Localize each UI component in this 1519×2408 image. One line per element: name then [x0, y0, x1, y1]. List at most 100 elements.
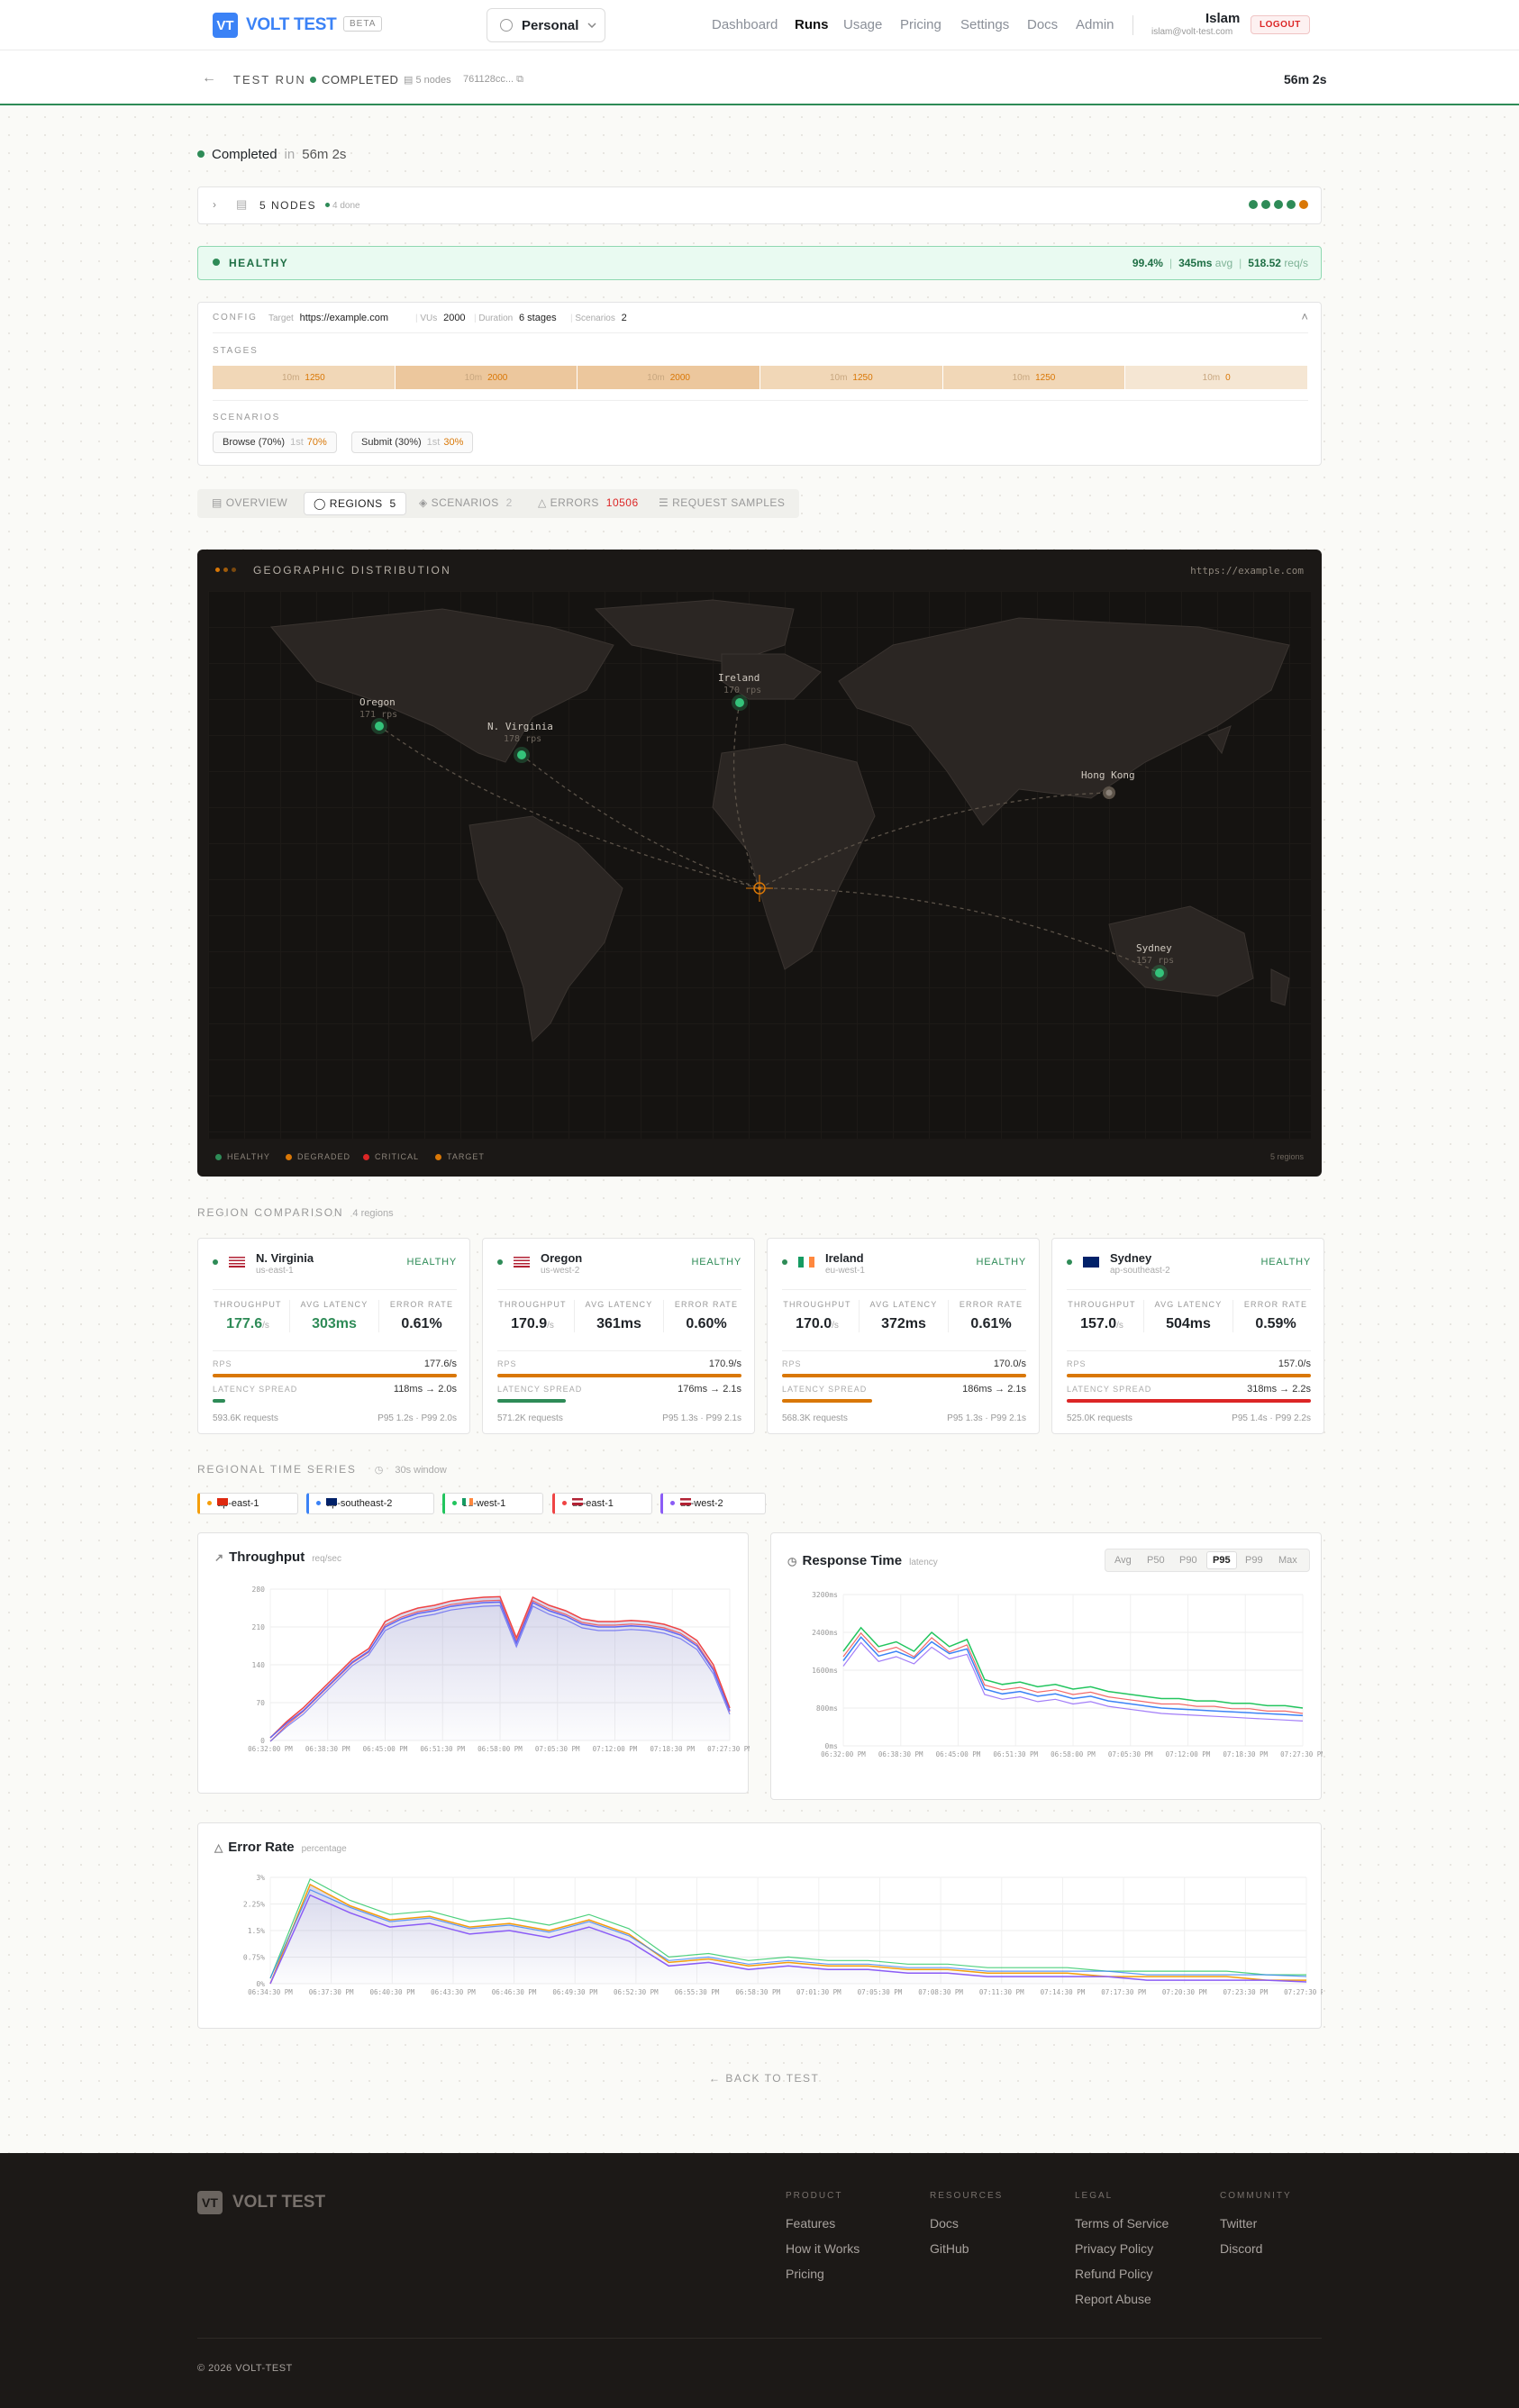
option-max[interactable]: Max: [1278, 1555, 1297, 1566]
config-summary[interactable]: CONFIG Target https://example.com | VUs …: [213, 303, 1308, 333]
scenario-chip[interactable]: Browse (70%) 1st 70%: [213, 432, 337, 453]
series-chip[interactable]: us-east-1: [552, 1493, 652, 1514]
nav-runs[interactable]: Runs: [795, 17, 829, 32]
stage-vus: 2000: [487, 372, 508, 383]
flag-icon: [462, 1498, 473, 1505]
footer-logo-text[interactable]: VOLT TEST: [232, 2193, 325, 2213]
stage-segment: 10m 2000: [578, 366, 760, 389]
option-p99[interactable]: P99: [1245, 1555, 1263, 1566]
nav-docs[interactable]: Docs: [1027, 17, 1058, 32]
x-tick-label: 07:05:30 PM: [1108, 1750, 1153, 1758]
option-avg[interactable]: Avg: [1114, 1555, 1132, 1566]
region-card[interactable]: Ireland eu-west-1 HEALTHY THROUGHPUT 170.0/s…: [767, 1238, 1040, 1434]
continent-asia: [838, 617, 1290, 826]
map-title: GEOGRAPHIC DISTRIBUTION: [253, 564, 451, 577]
footer-link[interactable]: Docs: [930, 2216, 959, 2231]
pin-rps: 178 rps: [504, 734, 541, 744]
pin-label: Hong Kong: [1081, 769, 1135, 781]
footer-link[interactable]: Refund Policy: [1075, 2267, 1152, 2281]
footer-link[interactable]: How it Works: [786, 2241, 860, 2256]
run-header: ← TEST RUN COMPLETED ▤ 5 nodes 761128cc.…: [0, 50, 1519, 105]
divider: [782, 1350, 1026, 1351]
user-icon: [500, 19, 513, 32]
option-p90[interactable]: P90: [1179, 1555, 1197, 1566]
footer-link[interactable]: Privacy Policy: [1075, 2241, 1153, 2256]
flag-icon: [229, 1257, 245, 1268]
region-card[interactable]: Sydney ap-southeast-2 HEALTHY THROUGHPUT 157…: [1051, 1238, 1324, 1434]
footer-link[interactable]: Discord: [1220, 2241, 1262, 2256]
stage-vus: 2000: [669, 372, 690, 383]
region-name: Oregon: [541, 1251, 583, 1265]
back-arrow-icon[interactable]: ←: [202, 70, 216, 86]
logo-mark[interactable]: VT: [213, 13, 238, 38]
health-banner: HEALTHY 99.4% | 345ms avg | 518.52 req/s: [197, 246, 1322, 280]
run-hash[interactable]: 761128cc... ⧉: [463, 74, 523, 86]
footer-link[interactable]: Features: [786, 2216, 835, 2231]
throughput-metric: THROUGHPUT 177.6/s: [214, 1300, 282, 1331]
stage-segment: 10m 1250: [760, 366, 942, 389]
option-p95[interactable]: P95: [1206, 1551, 1237, 1569]
chevron-right-icon[interactable]: ›: [213, 198, 216, 211]
pin-rps: 171 rps: [359, 710, 397, 720]
footer-link[interactable]: Report Abuse: [1075, 2292, 1151, 2306]
region-card[interactable]: Oregon us-west-2 HEALTHY THROUGHPUT 170.9/s A…: [482, 1238, 755, 1434]
duration-field: | Duration 6 stages: [474, 313, 557, 323]
avg-unit: avg: [1214, 257, 1233, 269]
pin-label: Sydney: [1136, 942, 1172, 954]
percentile-selector: Avg P50 P90 P95 P99 Max: [1105, 1549, 1310, 1572]
footer-link[interactable]: Twitter: [1220, 2216, 1257, 2231]
logout-button[interactable]: LOGOUT: [1251, 15, 1310, 34]
footer-link[interactable]: GitHub: [930, 2241, 969, 2256]
throughput-plot[interactable]: 0 70 140 210 280 06:32:00 PM 06:38:30 PM 06:45:…: [198, 1578, 750, 1795]
stage-duration: 10m: [1202, 372, 1221, 383]
tab-regions[interactable]: ◯ REGIONS 5: [304, 492, 406, 515]
copy-icon[interactable]: ⧉: [516, 74, 523, 85]
series-chip[interactable]: ap-east-1: [197, 1493, 298, 1514]
world-map-svg: Oregon 171 rps N. Virginia 178 rps Irela…: [270, 599, 1290, 1043]
footer-link[interactable]: Pricing: [786, 2267, 824, 2281]
option-p50[interactable]: P50: [1147, 1555, 1165, 1566]
globe-icon: ◯: [314, 497, 326, 510]
user-email: islam@volt-test.com: [1151, 27, 1233, 37]
request-summary: 525.0K requests P95 1.4s · P99 2.2s: [1067, 1413, 1311, 1423]
chevron-up-icon[interactable]: ˄: [1301, 310, 1308, 323]
x-tick-label: 07:18:30 PM: [1223, 1750, 1268, 1758]
island-new-zealand: [1270, 968, 1290, 1006]
footer-logo-mark[interactable]: VT: [197, 2191, 223, 2214]
world-map[interactable]: Oregon 171 rps N. Virginia 178 rps Irela…: [208, 591, 1311, 1139]
response-time-plot[interactable]: 0ms 800ms 1600ms 2400ms 3200ms 06:32:00 PM 06:…: [771, 1580, 1323, 1801]
tab-request-samples[interactable]: ☰ REQUEST SAMPLES: [659, 496, 785, 509]
time-series-title: REGIONAL TIME SERIES ◷ 30s window: [197, 1463, 447, 1476]
y-tick-label: 0.75%: [243, 1954, 265, 1962]
nodes-panel[interactable]: › ▤ 5 NODES 4 done: [197, 186, 1322, 224]
stage-duration: 10m: [1012, 372, 1031, 383]
series-chip[interactable]: us-west-2: [660, 1493, 766, 1514]
scenario-chip[interactable]: Submit (30%) 1st 30%: [351, 432, 474, 453]
series-chip[interactable]: eu-west-1: [442, 1493, 543, 1514]
error-rate-plot[interactable]: 0% 0.75% 1.5% 2.25% 3% 06:34:30 PM 06:37:30 PM…: [198, 1859, 1323, 2030]
footer-link[interactable]: Terms of Service: [1075, 2216, 1169, 2231]
region-pin-ireland: Ireland 170 rps: [718, 672, 761, 711]
nav-admin[interactable]: Admin: [1076, 17, 1114, 32]
flag-icon: [572, 1498, 583, 1505]
nav-pricing[interactable]: Pricing: [900, 17, 941, 32]
tab-scenarios[interactable]: ◈ SCENARIOS 2: [419, 496, 513, 509]
x-tick-label: 06:38:30 PM: [878, 1750, 923, 1758]
series-chip[interactable]: ap-southeast-2: [306, 1493, 434, 1514]
status-badge: HEALTHY: [691, 1257, 741, 1268]
tab-overview[interactable]: ▤ OVERVIEW: [212, 496, 287, 509]
result-tabs: ▤ OVERVIEW ◯ REGIONS 5 ◈ SCENARIOS 2 △ E…: [197, 489, 799, 518]
chart-icon: ▤: [212, 496, 223, 509]
chart-title: △ Error Rate percentage: [214, 1840, 347, 1855]
chart-title: ↗ Throughput req/sec: [214, 1549, 341, 1565]
region-card[interactable]: N. Virginia us-east-1 HEALTHY THROUGHPUT 177…: [197, 1238, 470, 1434]
logo-text[interactable]: VOLT TEST: [246, 15, 337, 35]
divider: [1067, 1289, 1311, 1290]
rps-bar: [213, 1374, 457, 1377]
nav-dashboard[interactable]: Dashboard: [712, 17, 778, 32]
nav-settings[interactable]: Settings: [960, 17, 1009, 32]
nav-usage[interactable]: Usage: [843, 17, 882, 32]
back-to-test-link[interactable]: ← BACK TO TEST: [709, 2072, 819, 2085]
workspace-selector[interactable]: Personal: [487, 8, 605, 42]
tab-errors[interactable]: △ ERRORS 10506: [538, 496, 639, 509]
